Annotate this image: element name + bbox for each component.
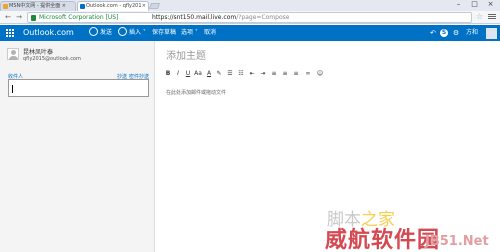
compose-header-panel: 昆林凤叶泰 qfly2015@outlook.com 收件人 抄送 密件抄送 [0,41,155,252]
url-text: https://snt150.mail.live.com/?page=Compo… [152,13,289,23]
browser-tab-outlook[interactable]: Outlook.com - qfly201 × [77,1,149,11]
message-body-input[interactable]: 在此处添加邮件或拖动文件 [166,89,226,96]
text-caret [12,85,13,93]
send-button[interactable]: 发送 [89,25,112,41]
align-center-icon[interactable]: ≡ [282,70,287,77]
bookmark-star-icon[interactable]: ☆ [476,12,483,22]
close-window-button[interactable]: × [483,0,498,10]
cancel-button[interactable]: 取消 [204,25,216,41]
subject-input[interactable]: 添加主题 [166,47,206,62]
highlight-icon[interactable]: ✎ [216,70,221,77]
outlook-logo[interactable]: Outlook.com [23,25,74,41]
account-name[interactable]: 方和 [466,25,478,41]
to-recipient-input[interactable] [8,79,149,97]
italic-icon[interactable]: I [177,70,179,77]
link-icon[interactable]: ∞ [306,70,311,77]
url-host: https://snt150.mail.live.com [152,14,237,21]
url-path: /?page=Compose [236,14,290,21]
settings-gear-icon[interactable]: ⚙ [452,29,460,37]
maximize-button[interactable]: □ [467,0,482,10]
forward-button[interactable]: → [14,12,24,22]
insert-label: 插入 [129,29,142,36]
undo-icon[interactable]: ↶ [429,29,437,37]
msn-favicon-icon [3,4,8,9]
emoji-icon[interactable]: ☺ [317,70,323,77]
underline-icon[interactable]: U [186,70,190,77]
chevron-down-icon: ˅ [193,29,198,36]
outlook-command-bar: Outlook.com 发送 插入 ˅ 保存草稿 选项 ˅ 取消 ↶ S ⚙ 方… [0,25,500,41]
insert-button[interactable]: 插入 ˅ [118,25,146,41]
url-input[interactable]: Microsoft Corporation [US] https://snt15… [27,12,472,23]
sender-avatar [7,48,19,60]
bullet-list-icon[interactable]: ☰ [227,70,232,77]
minimize-button[interactable]: – [451,0,466,10]
skype-icon[interactable]: S [440,29,448,37]
browser-tab-label: Outlook.com - qfly201 [86,3,142,9]
font-color-icon[interactable]: A [207,70,211,77]
browser-menu-icon[interactable] [488,13,496,21]
indent-icon[interactable]: ⇥ [260,70,265,77]
font-size-icon[interactable]: Aa [194,70,202,77]
bold-icon[interactable]: B [166,70,171,77]
watermark-text: 威航软件园 [325,228,441,252]
save-draft-button[interactable]: 保存草稿 [152,25,176,41]
numbered-list-icon[interactable]: ☷ [238,70,243,77]
address-bar: ← → Microsoft Corporation [US] https://s… [0,11,500,24]
align-right-icon[interactable]: ≡ [293,70,298,77]
app-launcher-icon[interactable] [6,29,14,37]
ev-certificate-label: Microsoft Corporation [US] [39,14,119,21]
insert-icon [118,27,127,36]
outdent-icon[interactable]: ⇤ [249,70,254,77]
back-button[interactable]: ← [3,12,13,22]
sender-name: 昆林凤叶泰 [23,49,54,56]
browser-tab-strip: MSN中文网 - 提供全面 × Outlook.com - qfly201 × … [0,0,500,11]
browser-tab-msn[interactable]: MSN中文网 - 提供全面 × [0,1,76,11]
align-left-icon[interactable]: ≡ [271,70,276,77]
outlook-favicon-icon [80,4,85,9]
browser-tab-label: MSN中文网 - 提供全面 × [9,3,66,9]
options-button[interactable]: 选项 ˅ [181,25,198,41]
sender-email: qfly2015@outlook.com [23,56,81,62]
watermark-text: JB51.Net [425,234,489,249]
account-avatar[interactable] [486,28,497,39]
chevron-down-icon: ˅ [141,29,146,36]
send-label: 发送 [100,29,113,36]
lock-icon [31,15,36,21]
close-tab-icon[interactable]: × [142,2,146,11]
options-label: 选项 [181,29,194,36]
new-tab-button[interactable] [148,3,161,9]
send-icon [89,27,98,36]
